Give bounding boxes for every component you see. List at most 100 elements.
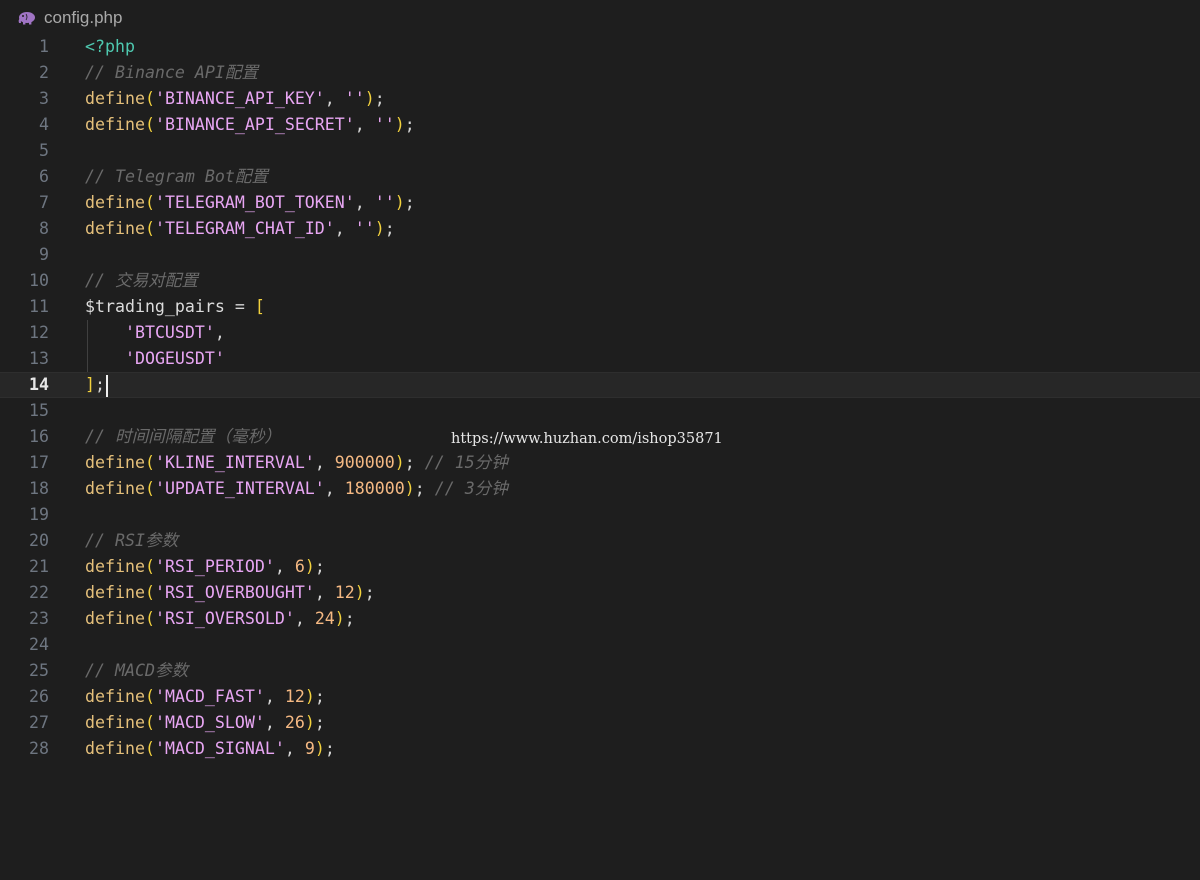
line-content[interactable]: define('MACD_SIGNAL', 9);	[85, 736, 335, 762]
tab-filename[interactable]: config.php	[44, 8, 122, 28]
code-line[interactable]: 25 // MACD参数	[0, 658, 1200, 684]
code-editor[interactable]: config.php 1 <?php 2 // Binance API配置 3 defin…	[0, 0, 1200, 880]
punctuation: ,	[324, 479, 345, 498]
code-line[interactable]: 23 define('RSI_OVERSOLD', 24);	[0, 606, 1200, 632]
code-line[interactable]: 26 define('MACD_FAST', 12);	[0, 684, 1200, 710]
line-content[interactable]: define('BINANCE_API_KEY', '');	[85, 86, 385, 112]
line-content[interactable]: // Telegram Bot配置	[85, 164, 268, 190]
line-content[interactable]: $trading_pairs = [	[85, 294, 265, 320]
paren: )	[334, 609, 345, 628]
line-number: 21	[29, 557, 49, 576]
paren: (	[144, 89, 155, 108]
code-line[interactable]: 17 define('KLINE_INTERVAL', 900000); // 1…	[0, 450, 1200, 476]
line-content[interactable]: define('MACD_FAST', 12);	[85, 684, 325, 710]
paren: )	[394, 115, 405, 134]
line-number: 26	[29, 687, 49, 706]
operator: =	[224, 297, 255, 316]
line-content[interactable]: // RSI参数	[85, 528, 178, 554]
code-line[interactable]: 28 define('MACD_SIGNAL', 9);	[0, 736, 1200, 762]
code-line[interactable]: 24	[0, 632, 1200, 658]
punctuation	[85, 349, 125, 368]
line-number: 8	[39, 219, 49, 238]
line-content[interactable]: define('MACD_SLOW', 26);	[85, 710, 325, 736]
paren: (	[144, 453, 155, 472]
line-content[interactable]: // MACD参数	[85, 658, 188, 684]
paren: (	[144, 193, 155, 212]
code-line[interactable]: 13 'DOGEUSDT'	[0, 346, 1200, 372]
code-line[interactable]: 3 define('BINANCE_API_KEY', '');	[0, 86, 1200, 112]
code-line[interactable]: 21 define('RSI_PERIOD', 6);	[0, 554, 1200, 580]
code-line[interactable]: 15	[0, 398, 1200, 424]
code-line[interactable]: 11 $trading_pairs = [	[0, 294, 1200, 320]
array-bracket: [	[254, 297, 265, 316]
line-content[interactable]: // 交易对配置	[85, 268, 198, 294]
string-literal: ''	[344, 89, 365, 108]
paren: )	[404, 479, 415, 498]
paren: )	[354, 583, 365, 602]
code-line[interactable]: 20 // RSI参数	[0, 528, 1200, 554]
code-line[interactable]: 10 // 交易对配置	[0, 268, 1200, 294]
punctuation: ;	[95, 375, 105, 394]
paren: )	[394, 453, 405, 472]
line-content[interactable]: define('KLINE_INTERVAL', 900000); // 15分…	[85, 450, 508, 476]
string-literal: 'MACD_SIGNAL'	[154, 739, 285, 758]
line-number: 11	[29, 297, 49, 316]
line-content[interactable]: ];	[85, 372, 108, 398]
line-content[interactable]: define('UPDATE_INTERVAL', 180000); // 3分…	[85, 476, 508, 502]
editor-tab[interactable]: config.php	[0, 0, 1200, 36]
line-number: 16	[29, 427, 49, 446]
line-content[interactable]: define('RSI_OVERBOUGHT', 12);	[85, 580, 375, 606]
line-content[interactable]: define('TELEGRAM_BOT_TOKEN', '');	[85, 190, 415, 216]
code-line[interactable]: 22 define('RSI_OVERBOUGHT', 12);	[0, 580, 1200, 606]
code-line[interactable]: 2 // Binance API配置	[0, 60, 1200, 86]
define-keyword: define	[85, 453, 145, 472]
line-number: 22	[29, 583, 49, 602]
line-content[interactable]: 'DOGEUSDT'	[85, 346, 225, 372]
string-literal: 'MACD_SLOW'	[154, 713, 265, 732]
punctuation: ,	[314, 453, 335, 472]
punctuation: ;	[324, 739, 335, 758]
string-literal: 'MACD_FAST'	[154, 687, 265, 706]
define-keyword: define	[85, 193, 145, 212]
code-comment: // RSI参数	[85, 531, 179, 550]
variable: $trading_pairs	[85, 297, 225, 316]
code-line[interactable]: 27 define('MACD_SLOW', 26);	[0, 710, 1200, 736]
code-line[interactable]: 9	[0, 242, 1200, 268]
string-literal: ''	[354, 219, 375, 238]
line-content[interactable]: // 时间间隔配置（毫秒）	[85, 424, 281, 450]
code-line[interactable]: 5	[0, 138, 1200, 164]
line-content[interactable]: 'BTCUSDT',	[85, 320, 225, 346]
paren: (	[144, 115, 155, 134]
code-area[interactable]: 1 <?php 2// Binance API配置 3 define('BINANCE_…	[0, 34, 1200, 762]
code-comment: // 时间间隔配置（毫秒）	[85, 427, 281, 446]
line-content[interactable]: define('RSI_OVERSOLD', 24);	[85, 606, 355, 632]
paren: )	[304, 557, 315, 576]
code-line[interactable]: 18 define('UPDATE_INTERVAL', 180000); // …	[0, 476, 1200, 502]
code-line[interactable]: 7 define('TELEGRAM_BOT_TOKEN', '');	[0, 190, 1200, 216]
code-line[interactable]: 19	[0, 502, 1200, 528]
line-number: 4	[39, 115, 49, 134]
number-literal: 24	[314, 609, 335, 628]
define-keyword: define	[85, 479, 145, 498]
code-line[interactable]: 1 <?php	[0, 34, 1200, 60]
code-comment: // Telegram Bot配置	[85, 167, 269, 186]
define-keyword: define	[85, 219, 145, 238]
line-content[interactable]: define('BINANCE_API_SECRET', '');	[85, 112, 415, 138]
line-content[interactable]: define('TELEGRAM_CHAT_ID', '');	[85, 216, 395, 242]
code-comment: // MACD参数	[85, 661, 189, 680]
code-line[interactable]: 12 'BTCUSDT',	[0, 320, 1200, 346]
line-content[interactable]: <?php	[85, 34, 135, 60]
code-line[interactable]: 6 // Telegram Bot配置	[0, 164, 1200, 190]
line-content[interactable]: // Binance API配置	[85, 60, 258, 86]
string-literal: 'DOGEUSDT'	[124, 349, 225, 368]
paren: )	[304, 687, 315, 706]
line-number: 13	[29, 349, 49, 368]
punctuation: ;	[404, 193, 415, 212]
line-content[interactable]: define('RSI_PERIOD', 6);	[85, 554, 325, 580]
define-keyword: define	[85, 609, 145, 628]
define-keyword: define	[85, 115, 145, 134]
code-line[interactable]: 4 define('BINANCE_API_SECRET', '');	[0, 112, 1200, 138]
code-line[interactable]: 8 define('TELEGRAM_CHAT_ID', '');	[0, 216, 1200, 242]
code-line[interactable]: 14];	[0, 372, 1200, 398]
line-number: 17	[29, 453, 49, 472]
